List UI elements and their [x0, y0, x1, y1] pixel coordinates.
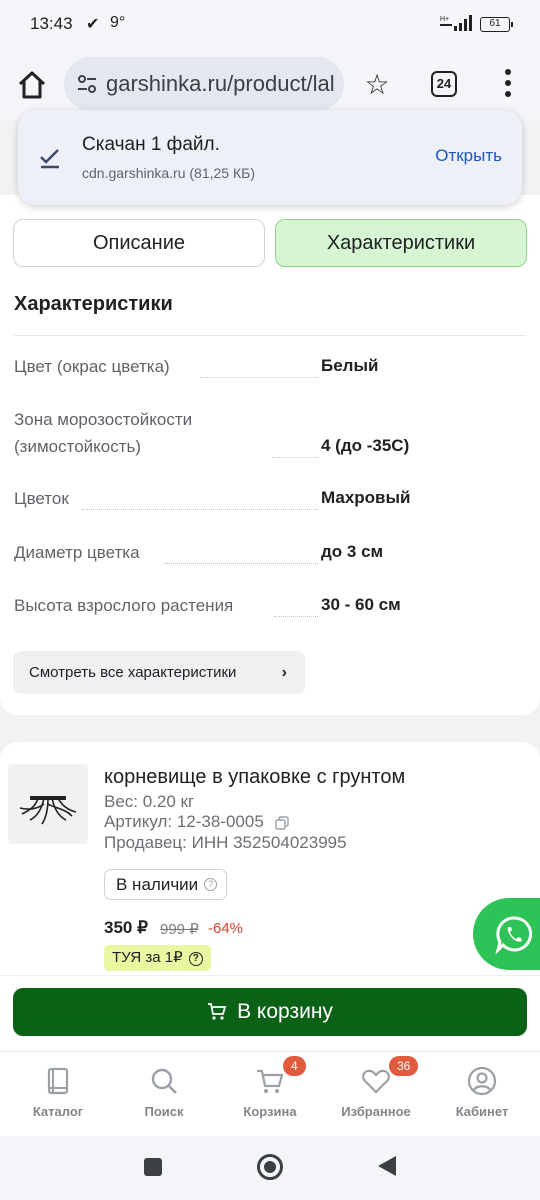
url-text: garshinka.ru/product/lal — [106, 71, 335, 96]
spec-value: Махровый — [321, 488, 411, 507]
all-specs-button[interactable]: Смотреть все характеристики › — [13, 651, 305, 694]
info-icon[interactable]: ? — [204, 878, 218, 891]
tab-description[interactable]: Описание — [13, 219, 265, 267]
product-sku: Артикул: 12-38-0005 — [104, 812, 264, 831]
user-icon — [467, 1066, 497, 1096]
status-temperature: 9° — [110, 14, 126, 31]
chevron-right-icon: › — [281, 664, 287, 681]
system-home-icon[interactable] — [257, 1154, 283, 1180]
search-icon — [151, 1068, 177, 1094]
battery-icon: 61 — [480, 17, 513, 32]
favorites-count-badge: 36 — [389, 1056, 419, 1076]
root-icon — [19, 796, 77, 825]
back-icon[interactable] — [378, 1156, 396, 1176]
site-settings-icon[interactable] — [76, 73, 98, 95]
spec-dots — [272, 457, 318, 458]
whatsapp-button[interactable] — [473, 898, 540, 970]
product-discount: -64% — [208, 920, 244, 937]
spec-value: 30 - 60 см — [321, 595, 401, 614]
product-weight: Вес: 0.20 кг — [104, 792, 195, 811]
specs-card: Описание Характеристики Характеристики Ц… — [0, 195, 540, 715]
product-title: корневище в упаковке с грунтом — [104, 766, 406, 788]
question-icon: ? — [188, 952, 203, 966]
spec-label: Зона морозостойкости (зимостойкость) — [14, 410, 193, 456]
cart-icon — [208, 1003, 227, 1020]
spec-dots — [164, 563, 318, 564]
url-bar[interactable]: garshinka.ru/product/lal — [64, 57, 344, 111]
download-subtitle: cdn.garshinka.ru (81,25 КБ) — [82, 165, 255, 181]
spec-dots — [200, 377, 318, 378]
download-notification: Скачан 1 файл. cdn.garshinka.ru (81,25 К… — [18, 110, 522, 205]
product-price: 350 ₽ — [104, 918, 148, 937]
whatsapp-icon — [495, 916, 533, 954]
nav-label: Корзина — [243, 1104, 297, 1119]
product-seller: Продавец: ИНН 352504023995 — [104, 833, 347, 852]
nav-label: Избранное — [341, 1104, 411, 1119]
nav-cart[interactable]: 4 Корзина — [225, 1056, 315, 1119]
cart-count-badge: 4 — [283, 1056, 306, 1076]
spec-value: 4 (до -35С) — [321, 436, 410, 455]
copy-icon[interactable] — [274, 815, 289, 830]
product-sku-row: Артикул: 12-38-0005 — [104, 812, 289, 832]
tab-specs[interactable]: Характеристики — [275, 219, 527, 267]
download-done-icon: ✔ — [86, 16, 100, 33]
specs-title: Характеристики — [14, 293, 173, 315]
spec-value: Белый — [321, 356, 379, 375]
status-bar: 13:43 ✔ 9° H+ 61 — [0, 0, 540, 50]
heart-icon — [362, 1069, 390, 1094]
catalog-book-icon — [47, 1067, 69, 1095]
recents-icon[interactable] — [144, 1158, 162, 1176]
divider — [14, 335, 526, 336]
svg-text:H+: H+ — [440, 16, 449, 23]
spec-label: Диаметр цветка — [14, 543, 140, 562]
system-nav-bar — [0, 1136, 540, 1200]
bottom-nav: Каталог Поиск 4 Корзина 36 Избранное Каб… — [0, 1051, 540, 1136]
download-open-button[interactable]: Открыть — [435, 146, 502, 166]
tab-switcher-button[interactable]: 24 — [431, 71, 457, 97]
spec-label: Высота взрослого растения — [14, 596, 234, 615]
download-title: Скачан 1 файл. — [82, 134, 220, 155]
stock-badge[interactable]: В наличии ? — [104, 869, 228, 900]
nav-label: Кабинет — [455, 1104, 509, 1119]
spec-value: до 3 см — [321, 542, 384, 561]
signal-icon: H+ — [440, 15, 472, 31]
spec-dots — [82, 509, 318, 510]
nav-label: Каталог — [32, 1104, 84, 1119]
nav-favorites[interactable]: 36 Избранное — [331, 1056, 421, 1119]
home-icon[interactable] — [14, 67, 50, 103]
promo-label: ТУЯ за 1₽ — [112, 949, 183, 966]
add-to-cart-bar: В корзину — [0, 975, 540, 1051]
spec-label: Цветок — [14, 489, 69, 508]
product-thumbnail[interactable] — [8, 764, 88, 844]
cart-icon — [257, 1069, 284, 1093]
promo-badge[interactable]: ТУЯ за 1₽ ? — [104, 945, 211, 971]
more-menu-icon[interactable] — [496, 66, 520, 106]
status-time: 13:43 — [30, 14, 73, 33]
all-specs-label: Смотреть все характеристики — [29, 664, 237, 681]
add-to-cart-label: В корзину — [237, 1000, 333, 1023]
nav-label: Поиск — [144, 1104, 184, 1119]
bookmark-star-icon[interactable]: ☆ — [360, 68, 394, 102]
add-to-cart-button[interactable]: В корзину — [13, 988, 527, 1036]
spec-label: Цвет (окрас цветка) — [14, 357, 170, 376]
stock-label: В наличии — [116, 875, 199, 894]
download-check-icon — [40, 149, 59, 169]
nav-account[interactable]: Кабинет — [437, 1066, 527, 1119]
spec-dots — [274, 616, 318, 617]
nav-search[interactable]: Поиск — [119, 1066, 209, 1119]
product-old-price: 999 ₽ — [160, 921, 199, 938]
nav-catalog[interactable]: Каталог — [13, 1066, 103, 1119]
